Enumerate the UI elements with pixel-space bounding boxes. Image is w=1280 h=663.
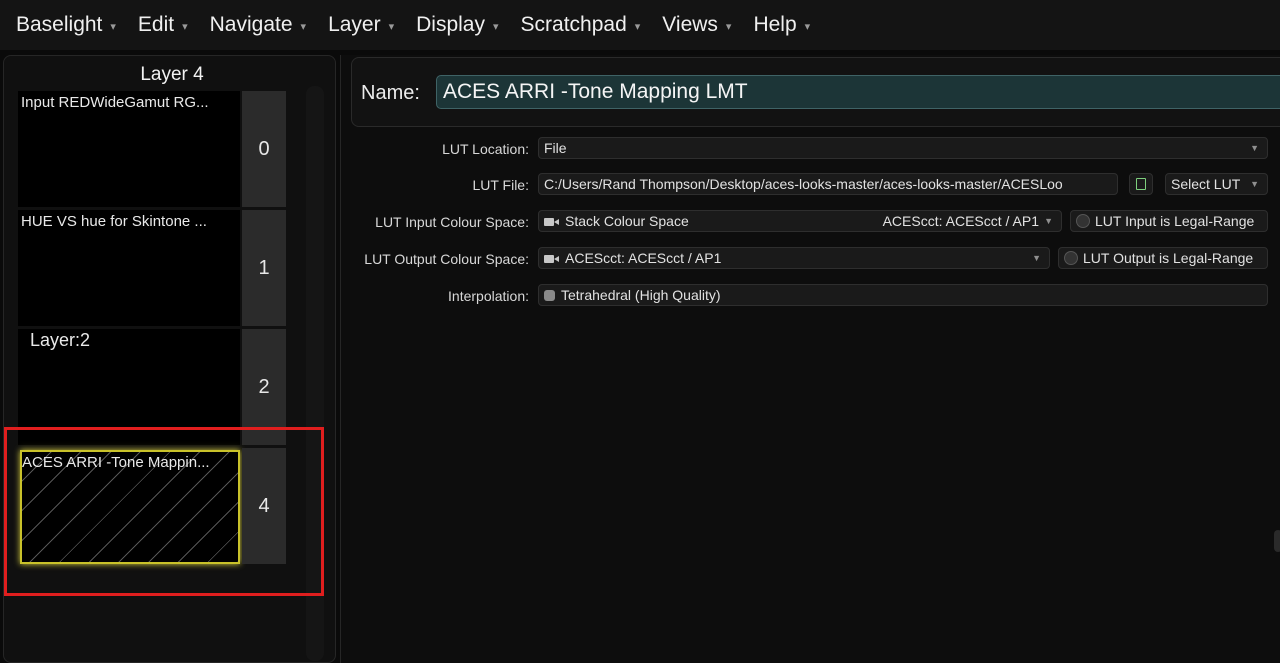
layer-stack-panel: Layer 4 Input REDWideGamut RG... 0 HUE V… [3,55,336,663]
lut-file-input[interactable]: C:/Users/Rand Thompson/Desktop/aces-look… [538,173,1118,195]
layer-thumbnail[interactable]: HUE VS hue for Skintone ... [18,210,240,326]
lut-output-value: ACEScct: ACEScct / AP1 [565,250,722,266]
layer-number[interactable]: 4 [242,448,286,564]
lut-input-legal-label: LUT Input is Legal-Range [1095,213,1255,229]
menu-edit[interactable]: Edit ▾ [138,13,188,37]
lut-location-value: File [544,140,567,156]
chevron-down-icon: ▾ [182,21,188,33]
chevron-down-icon: ▾ [300,21,307,33]
menu-scratchpad[interactable]: Scratchpad ▾ [521,13,641,37]
chevron-down-icon: ▼ [1044,216,1053,226]
lut-file-path: C:/Users/Rand Thompson/Desktop/aces-look… [544,176,1063,192]
menu-label: Navigate [209,13,293,36]
layer-thumbnail[interactable]: ACES ARRI -Tone Mappin... [20,450,240,564]
camera-icon [544,253,560,264]
menu-label: Help [753,13,797,36]
camera-icon [544,216,560,227]
chevron-down-icon: ▾ [492,21,499,33]
lut-input-legal-toggle[interactable]: LUT Input is Legal-Range [1070,210,1268,232]
layer-row[interactable]: HUE VS hue for Skintone ... 1 [18,210,290,326]
lut-output-legal-label: LUT Output is Legal-Range [1083,250,1254,266]
lut-input-dropdown[interactable]: Stack Colour Space ACEScct: ACEScct / AP… [538,210,1062,232]
layer-label: ACES ARRI -Tone Mappin... [22,454,210,471]
menu-label: Views [662,13,718,36]
chevron-down-icon: ▼ [1250,179,1259,189]
menu-baselight[interactable]: Baselight ▾ [16,13,116,37]
name-section: Name: [351,57,1280,127]
interpolation-value: Tetrahedral (High Quality) [561,287,721,303]
menu-label: Layer [328,13,381,36]
lut-output-label: LUT Output Colour Space: [364,251,529,267]
layer-number[interactable]: 1 [242,210,286,326]
menu-layer[interactable]: Layer ▾ [328,13,394,37]
name-input[interactable] [436,75,1280,109]
name-label: Name: [361,82,420,104]
interpolation-icon [544,289,555,301]
layer-number[interactable]: 0 [242,91,286,207]
chevron-down-icon: ▼ [1032,253,1041,263]
chevron-down-icon: ▾ [804,21,811,33]
menu-label: Edit [137,13,175,36]
layer-label: Layer:2 [30,330,91,350]
menu-navigate[interactable]: Navigate ▾ [210,13,306,37]
menu-help[interactable]: Help ▾ [753,13,810,37]
layer-row[interactable]: Input REDWideGamut RG... 0 [18,91,290,207]
menu-label: Baselight [16,13,103,36]
chevron-down-icon: ▾ [725,21,732,33]
menu-label: Scratchpad [520,13,627,36]
interpolation-label: Interpolation: [448,288,529,304]
layer-label: Input REDWideGamut RG... [21,94,209,111]
layer-editor-panel: Name: LUT Location: File ▼ LUT File: C:/… [340,55,1280,663]
layer-row[interactable]: Layer:2 2 [18,329,290,445]
toggle-icon [1064,251,1078,265]
menubar: Baselight ▾ Edit ▾ Navigate ▾ Layer ▾ Displa… [0,0,1280,50]
panel-resize-handle[interactable] [1274,530,1280,552]
toggle-icon [1076,214,1090,228]
chevron-down-icon: ▼ [1250,143,1259,153]
file-icon[interactable] [1129,173,1153,195]
menu-label: Display [416,13,485,36]
chevron-down-icon: ▾ [110,21,116,33]
interpolation-dropdown[interactable]: Tetrahedral (High Quality) [538,284,1268,306]
layer-label: HUE VS hue for Skintone ... [21,213,207,230]
layer-row-selected[interactable]: ACES ARRI -Tone Mappin... 4 [18,448,290,564]
lut-location-label: LUT Location: [442,141,529,157]
lut-input-secondary: ACEScct: ACEScct / AP1 [882,213,1039,229]
select-lut-button[interactable]: Select LUT ▼ [1165,173,1268,195]
layer-thumbnail[interactable]: Layer:2 [18,329,240,445]
menu-display[interactable]: Display ▾ [416,13,498,37]
select-lut-label: Select LUT [1171,176,1241,192]
lut-output-legal-toggle[interactable]: LUT Output is Legal-Range [1058,247,1268,269]
lut-file-label: LUT File: [472,177,529,193]
menu-views[interactable]: Views ▾ [662,13,731,37]
layer-thumbnail[interactable]: Input REDWideGamut RG... [18,91,240,207]
chevron-down-icon: ▾ [388,21,395,33]
chevron-down-icon: ▾ [634,21,641,33]
file-icon-glyph [1136,178,1146,190]
layer-number[interactable]: 2 [242,329,286,445]
stack-title: Layer 4 [140,64,204,85]
lut-input-value: Stack Colour Space [565,213,689,229]
lut-location-dropdown[interactable]: File ▼ [538,137,1268,159]
layer-scrollbar[interactable] [306,86,324,661]
lut-output-dropdown[interactable]: ACEScct: ACEScct / AP1 ▼ [538,247,1050,269]
lut-input-label: LUT Input Colour Space: [375,214,529,230]
